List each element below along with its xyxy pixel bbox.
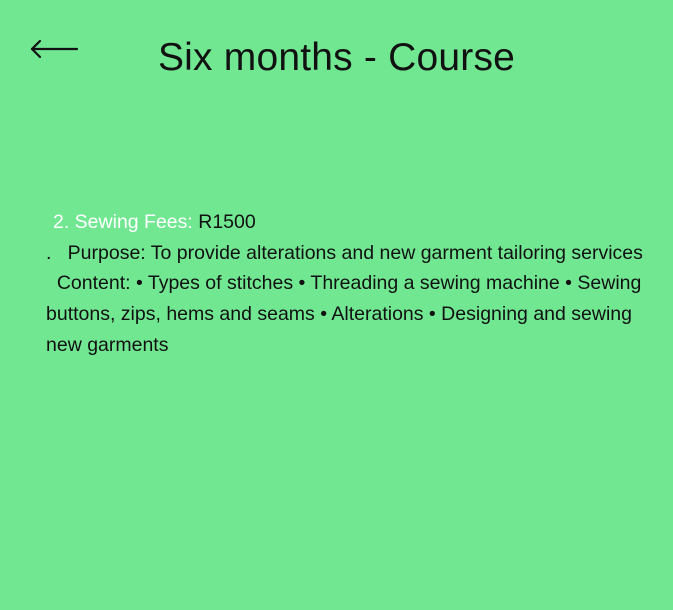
purpose-body: Purpose: To provide alterations and new … bbox=[67, 241, 643, 264]
content-text: Content: • Types of stitches • Threading… bbox=[46, 268, 646, 360]
fee-line: 2. Sewing Fees: R1500 bbox=[46, 207, 646, 238]
purpose-lead: . bbox=[46, 241, 68, 264]
fee-value: R1500 bbox=[198, 211, 256, 233]
content-lead bbox=[46, 272, 57, 294]
fee-label: 2. Sewing Fees: bbox=[53, 211, 193, 233]
page-title: Six months - Course bbox=[157, 36, 516, 79]
course-details: 2. Sewing Fees: R1500 . Purpose: To prov… bbox=[46, 207, 646, 361]
purpose-text: . Purpose: To provide alterations and ne… bbox=[46, 238, 646, 269]
content-body: Content: • Types of stitches • Threading… bbox=[46, 272, 642, 356]
